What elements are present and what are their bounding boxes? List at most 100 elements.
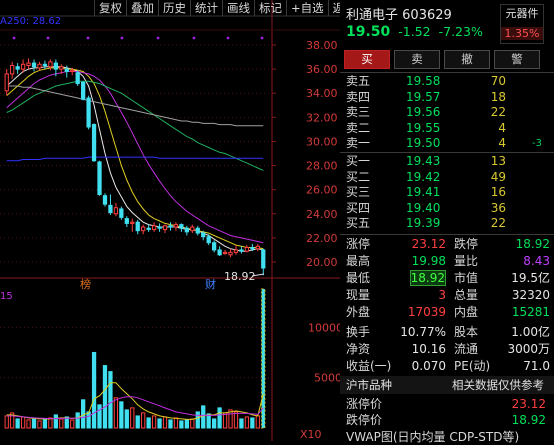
ask-row[interactable]: 卖一 19.50 4 -3 <box>346 136 546 152</box>
candle-body <box>91 124 97 162</box>
volume-tick-label: 5000 <box>314 372 340 385</box>
sell-button[interactable]: 卖 <box>394 50 440 69</box>
signal-dot <box>226 36 230 40</box>
volume-tick-label: 10000 <box>308 321 340 334</box>
toolbar-history-button[interactable]: 历史 <box>158 0 190 16</box>
candle-body <box>184 227 189 233</box>
toolbar-mark-button[interactable]: 标记 <box>254 0 286 16</box>
candle-body <box>86 97 91 128</box>
candle-body <box>239 249 244 252</box>
sector-change: 1.35% <box>501 27 543 40</box>
candle-body <box>10 64 15 75</box>
candle-body <box>26 62 31 66</box>
signal-dot <box>260 36 264 40</box>
candle-body <box>15 66 20 70</box>
candle-body <box>217 249 222 256</box>
volume-bar <box>102 365 108 429</box>
signal-dot <box>86 36 90 40</box>
buy-button[interactable]: 买 <box>344 50 390 69</box>
toolbar-add-watchlist-button[interactable]: +自选 <box>286 0 328 16</box>
candle-body <box>206 236 211 244</box>
bid-row[interactable]: 买五 19.39 22 <box>346 216 546 232</box>
volume-bar <box>151 415 157 429</box>
exchange-bar[interactable]: 沪市品种 相关数据仅供参考 <box>340 376 554 394</box>
exchange-note: 相关数据仅供参考 <box>452 378 544 392</box>
sector-label: 元器件 <box>505 7 539 20</box>
quote-line: 19.50 -1.52 -7.23% <box>346 24 483 40</box>
candle-body <box>75 72 80 85</box>
volume-bar <box>4 415 9 429</box>
stats-row: 净资 10.16 流通 3000万 <box>346 342 550 356</box>
stats-row: 最高 19.98 量比 8.43 <box>346 254 550 268</box>
stats-row: 换手 10.77% 股本 1.00亿 <box>346 325 550 339</box>
toolbar-stats-button[interactable]: 统计 <box>190 0 222 16</box>
stats-row: 涨停 23.12 跌停 18.92 <box>346 237 550 251</box>
candle-body <box>48 61 53 68</box>
bid-row[interactable]: 买二 19.42 49 <box>346 170 546 186</box>
volume-bar <box>157 418 162 429</box>
vwap-tab[interactable]: VWAP图(日内均量 CDP-STD等) <box>346 428 519 445</box>
ask-row[interactable]: 卖四 19.57 18 <box>346 90 546 106</box>
candle-body <box>59 66 64 70</box>
toolbar-draw-button[interactable]: 画线 <box>222 0 254 16</box>
volume-bar <box>141 412 146 429</box>
price-tick-label: 36.00 <box>306 63 338 76</box>
volume-indicator-label: 15 <box>0 291 13 302</box>
cancel-order-button[interactable]: 撤 <box>444 50 490 69</box>
volume-bar <box>173 417 179 429</box>
bid-book: 买一 19.43 13 买二 19.42 49 买三 19.41 16 买四 19.40 36 … <box>346 154 546 232</box>
cai-marker: 财 <box>205 277 216 291</box>
ma-line <box>6 85 264 127</box>
ask-row[interactable]: 卖三 19.56 22 <box>346 105 546 121</box>
stock-name: 利通电子 <box>346 8 399 23</box>
limit-prices: 涨停价 23.12 跌停价 18.92 <box>346 396 546 428</box>
volume-bar <box>31 417 37 429</box>
moving-average-lines <box>6 66 264 252</box>
volume-bar <box>124 409 129 429</box>
candle-body <box>146 227 151 230</box>
volume-axis: 10000 5000 X10 <box>300 321 340 441</box>
candle-body <box>222 251 228 255</box>
bid-row[interactable]: 买三 19.41 16 <box>346 185 546 201</box>
ask-row[interactable]: 卖五 19.58 70 <box>346 74 546 90</box>
kline-chart[interactable]: 38.00 36.00 34.00 32.00 30.00 28.00 26.00 24.00… <box>0 0 340 441</box>
signal-dot <box>120 36 124 40</box>
candle-body <box>4 73 9 92</box>
candle-body <box>201 232 206 238</box>
volume-bar <box>217 407 222 429</box>
candle-body <box>168 225 173 228</box>
candle-body <box>261 249 266 269</box>
volume-bar <box>53 414 58 429</box>
price-change-pct: -7.23% <box>438 24 483 39</box>
volume-bar <box>86 411 91 429</box>
alert-button[interactable]: 警 <box>494 50 540 69</box>
volume-bar <box>212 418 217 429</box>
volume-bar <box>250 417 255 429</box>
candle-body <box>42 63 48 66</box>
stock-title: 利通电子 603629 <box>346 4 452 23</box>
bid-row[interactable]: 买一 19.43 13 <box>346 154 546 170</box>
candle-body <box>212 242 217 251</box>
volume-bar <box>222 412 228 429</box>
volume-bar <box>244 416 250 429</box>
price-tick-label: 24.00 <box>306 208 338 221</box>
volume-bar <box>119 401 124 429</box>
price-tick-label: 34.00 <box>306 87 338 100</box>
divider <box>340 234 554 235</box>
candle-body <box>119 208 124 218</box>
toolbar-overlay-button[interactable]: 叠加 <box>126 0 158 16</box>
quote-panel: 利通电子 603629 元器件 1.35% 19.50 -1.52 -7.23%… <box>340 0 554 444</box>
bang-marker: 榜 <box>80 277 91 291</box>
candle-body <box>228 251 233 256</box>
bid-row[interactable]: 买四 19.40 36 <box>346 201 546 217</box>
toolbar-fuquan-button[interactable]: 复权 <box>94 0 126 16</box>
candle-body <box>173 224 179 228</box>
volume-bar <box>59 418 64 429</box>
price-change: -1.52 <box>398 24 431 39</box>
ask-row[interactable]: 卖二 19.55 4 <box>346 121 546 137</box>
volume-bar <box>239 418 244 429</box>
volume-bar <box>162 416 168 429</box>
signal-dot <box>192 36 196 40</box>
candle-body <box>233 249 239 253</box>
sector-box[interactable]: 元器件 1.35% <box>500 4 544 44</box>
